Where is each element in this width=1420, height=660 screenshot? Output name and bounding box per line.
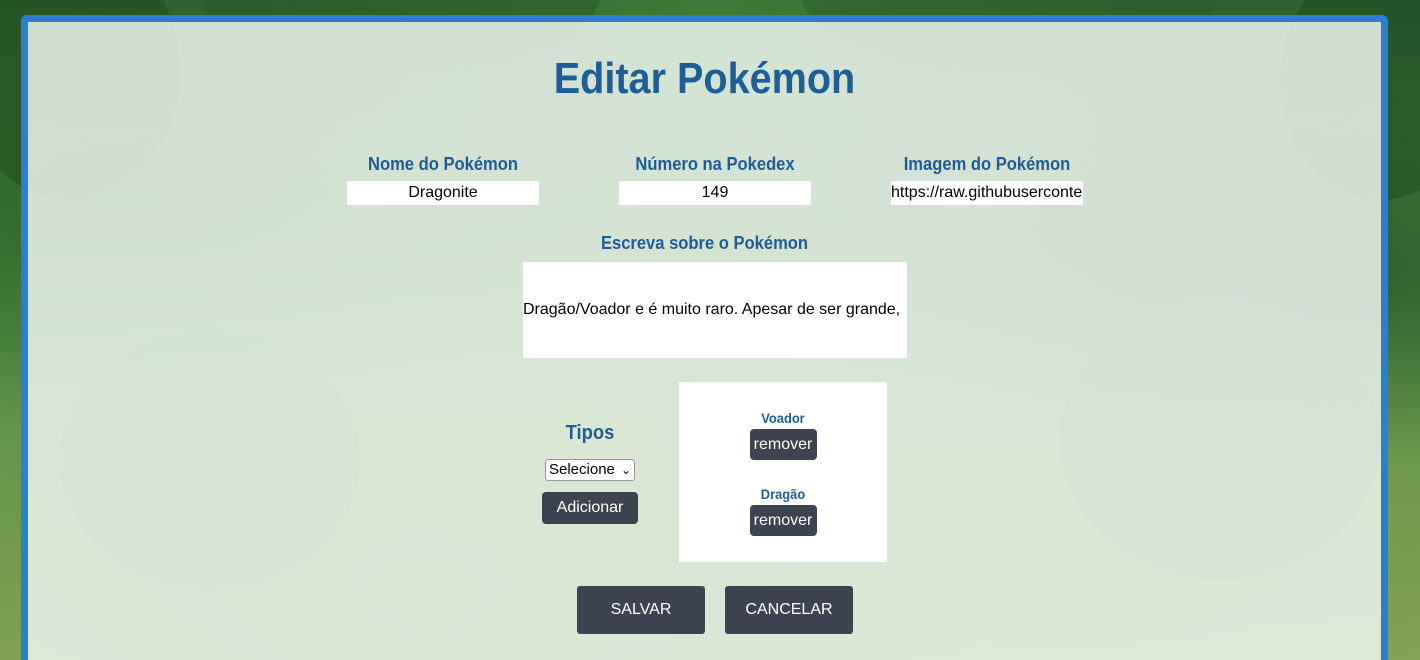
remove-type-button[interactable]: remover bbox=[749, 505, 817, 536]
type-name: Voador bbox=[761, 410, 805, 426]
save-button[interactable]: SALVAR bbox=[577, 586, 705, 634]
description-label: Escreva sobre o Pokémon bbox=[600, 233, 809, 253]
number-field-group: Número na Pokedex bbox=[619, 153, 811, 205]
image-url-input[interactable] bbox=[891, 181, 1083, 205]
add-type-button[interactable]: Adicionar bbox=[542, 492, 638, 524]
types-controls: Tipos Selecione ⌄ Adicionar bbox=[538, 422, 642, 524]
number-input[interactable] bbox=[619, 181, 811, 205]
number-label: Número na Pokedex bbox=[635, 154, 795, 174]
type-item-dragao: Dragão remover bbox=[679, 486, 887, 536]
name-input[interactable] bbox=[347, 181, 539, 205]
type-item-voador: Voador remover bbox=[679, 410, 887, 460]
type-select-value: Selecione bbox=[549, 461, 615, 478]
edit-panel: Editar Pokémon Nome do Pokémon Número na… bbox=[21, 15, 1388, 660]
chevron-down-icon: ⌄ bbox=[620, 463, 631, 477]
type-name: Dragão bbox=[760, 486, 806, 502]
description-textarea[interactable]: Dragão/Voador e é muito raro. Apesar de … bbox=[523, 262, 907, 358]
cancel-button[interactable]: CANCELAR bbox=[725, 586, 853, 634]
selected-types-list: Voador remover Dragão remover bbox=[679, 382, 887, 562]
types-label: Tipos bbox=[565, 422, 615, 444]
image-label: Imagem do Pokémon bbox=[903, 154, 1071, 174]
name-label: Nome do Pokémon bbox=[368, 154, 518, 174]
image-field-group: Imagem do Pokémon bbox=[891, 153, 1083, 205]
page-title: Editar Pokémon bbox=[553, 54, 856, 103]
remove-type-button[interactable]: remover bbox=[749, 429, 817, 460]
name-field-group: Nome do Pokémon bbox=[347, 153, 539, 205]
type-select[interactable]: Selecione ⌄ bbox=[545, 459, 635, 481]
